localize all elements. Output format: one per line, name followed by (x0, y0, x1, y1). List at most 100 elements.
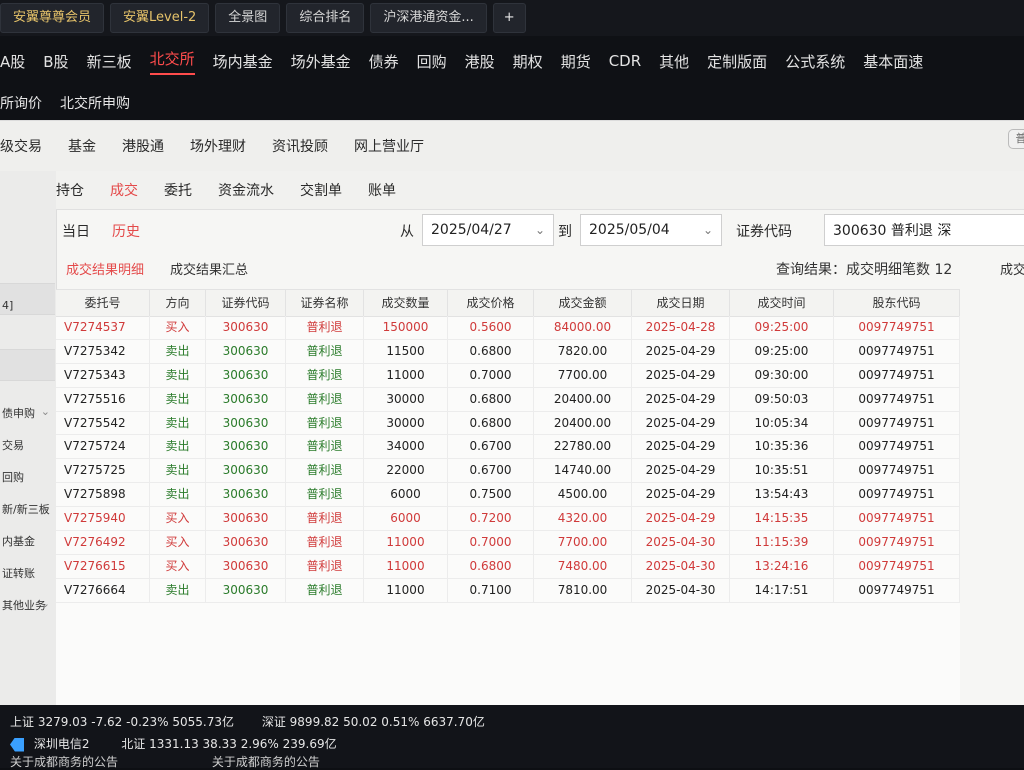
cell-qty: 34000 (364, 435, 448, 459)
col-time[interactable]: 成交时间 (730, 290, 834, 316)
col-code[interactable]: 证券代码 (206, 290, 286, 316)
table-row[interactable]: V7276615 买入 300630 普利退 11000 0.6800 7480… (56, 554, 960, 579)
menu-advanced-trading[interactable]: 级交易 (0, 136, 42, 156)
tab-orders[interactable]: 委托 (164, 180, 192, 200)
tab-panorama[interactable]: 全景图 (215, 3, 281, 33)
today-toggle[interactable]: 当日 (62, 221, 90, 241)
start-date-picker[interactable]: 2025/04/27 ⌄ (422, 214, 554, 246)
category-bond[interactable]: 债券 (369, 51, 399, 72)
cell-code: 300630 (206, 483, 286, 507)
history-toggle[interactable]: 历史 (112, 221, 140, 241)
chevron-down-icon[interactable]: ⌄ (41, 405, 50, 418)
sidebar-item-transfer[interactable]: 证转账 (2, 565, 35, 581)
security-code-input[interactable]: 300630 普利退 深 (824, 214, 1024, 246)
category-a-share[interactable]: A股 (0, 51, 25, 72)
table-row[interactable]: V7275516 卖出 300630 普利退 30000 0.6800 2040… (56, 387, 960, 412)
category-b-share[interactable]: B股 (43, 51, 68, 72)
market-status-bar: 上证 3279.03 -7.62 -0.23% 5055.73亿 深证 9899… (0, 705, 1024, 769)
cell-amount: 7700.00 (534, 363, 632, 387)
tab-settlement[interactable]: 交割单 (300, 180, 342, 200)
end-date-picker[interactable]: 2025/05/04 ⌄ (580, 214, 722, 246)
sidebar-item-repo[interactable]: 回购 (2, 469, 24, 485)
sidebar-item-trading[interactable]: 交易 (2, 437, 24, 453)
category-cdr[interactable]: CDR (609, 52, 641, 70)
shanghai-index[interactable]: 上证 3279.03 -7.62 -0.23% 5055.73亿 (10, 715, 234, 729)
col-direction[interactable]: 方向 (150, 290, 206, 316)
cell-code: 300630 (206, 411, 286, 435)
detail-result-tab[interactable]: 成交结果明细 (66, 259, 144, 278)
sidebar-item-bond-subscription[interactable]: 债申购 (2, 405, 35, 421)
news-ticker-1[interactable]: 关于成都商务的公告 (10, 755, 118, 769)
tab-ranking[interactable]: 综合排名 (286, 3, 365, 33)
chevron-down-icon[interactable]: ⌄ (41, 501, 50, 514)
from-label: 从 (400, 224, 414, 240)
cell-holder: 0097749751 (834, 411, 960, 435)
menu-fund[interactable]: 基金 (68, 136, 96, 156)
category-formula-system[interactable]: 公式系统 (785, 51, 845, 72)
table-row[interactable]: V7275725 卖出 300630 普利退 22000 0.6700 1474… (56, 459, 960, 484)
chevron-down-icon[interactable]: ⌄ (41, 597, 50, 610)
col-amount[interactable]: 成交金额 (534, 290, 632, 316)
chevron-down-icon[interactable]: ⌄ (703, 223, 713, 237)
security-code-value: 300630 普利退 深 (833, 223, 952, 239)
table-row[interactable]: V7275940 买入 300630 普利退 6000 0.7200 4320.… (56, 507, 960, 532)
news-ticker-2[interactable]: 关于成都商务的公告 (212, 755, 320, 769)
col-qty[interactable]: 成交数量 (364, 290, 448, 316)
cell-time: 09:25:00 (730, 316, 834, 339)
menu-hk-connect[interactable]: 港股通 (122, 136, 164, 156)
col-price[interactable]: 成交价格 (448, 290, 534, 316)
category-futures[interactable]: 期货 (561, 51, 591, 72)
cell-qty: 30000 (364, 387, 448, 411)
table-row[interactable]: V7275542 卖出 300630 普利退 30000 0.6800 2040… (56, 411, 960, 436)
cell-price: 0.6700 (448, 459, 534, 483)
cell-code: 300630 (206, 554, 286, 578)
category-neeq[interactable]: 新三板 (87, 51, 132, 72)
subcategory-inquiry[interactable]: 所询价 (0, 93, 42, 113)
sidebar-item-index[interactable]: 4] (2, 299, 13, 312)
col-name[interactable]: 证券名称 (286, 290, 364, 316)
chevron-down-icon[interactable]: ⌄ (535, 223, 545, 237)
category-bse[interactable]: 北交所 (149, 48, 195, 75)
category-exchange-fund[interactable]: 场内基金 (213, 51, 273, 72)
table-row[interactable]: V7275724 卖出 300630 普利退 34000 0.6700 2278… (56, 435, 960, 460)
shenzhen-index[interactable]: 深证 9899.82 50.02 0.51% 6637.70亿 (262, 715, 485, 729)
category-custom-layout[interactable]: 定制版面 (707, 51, 767, 72)
table-row[interactable]: V7274537 买入 300630 普利退 150000 0.5600 840… (56, 316, 960, 340)
category-fundamentals[interactable]: 基本面速 (863, 51, 923, 72)
category-repo[interactable]: 回购 (417, 51, 447, 72)
category-other[interactable]: 其他 (659, 51, 689, 72)
col-order-id[interactable]: 委托号 (56, 290, 150, 316)
sidebar-item-exchange-fund[interactable]: 内基金 (2, 533, 35, 549)
table-row[interactable]: V7276664 卖出 300630 普利退 11000 0.7100 7810… (56, 578, 960, 603)
tab-cashflow[interactable]: 资金流水 (218, 180, 274, 200)
category-options[interactable]: 期权 (513, 51, 543, 72)
summary-result-tab[interactable]: 成交结果汇总 (170, 259, 248, 278)
sidebar-item-other-business[interactable]: 其他业务 (2, 597, 46, 613)
table-row[interactable]: V7276492 买入 300630 普利退 11000 0.7000 7700… (56, 531, 960, 555)
add-tab-button[interactable]: + (492, 3, 526, 33)
telecom-status[interactable]: 深圳电信2 (34, 737, 90, 751)
category-otc-fund[interactable]: 场外基金 (291, 51, 351, 72)
table-row[interactable]: V7275342 卖出 300630 普利退 11500 0.6800 7820… (56, 339, 960, 364)
tab-vip[interactable]: 安翼尊尊会员 (0, 3, 105, 33)
tab-holdings[interactable]: 持仓 (56, 180, 84, 200)
tab-level2[interactable]: 安翼Level-2 (110, 3, 210, 33)
cell-order-id: V7275343 (56, 363, 150, 387)
subcategory-bse-subscription[interactable]: 北交所申购 (60, 93, 130, 113)
table-row[interactable]: V7275343 卖出 300630 普利退 11000 0.7000 7700… (56, 363, 960, 388)
col-holder[interactable]: 股东代码 (834, 290, 960, 316)
category-hk[interactable]: 港股 (465, 51, 495, 72)
menu-otc-finance[interactable]: 场外理财 (190, 136, 246, 156)
cell-holder: 0097749751 (834, 387, 960, 411)
col-date[interactable]: 成交日期 (632, 290, 730, 316)
menu-advisory[interactable]: 资讯投顾 (272, 136, 328, 156)
menu-online-hall[interactable]: 网上营业厅 (354, 136, 424, 156)
beijing-index[interactable]: 北证 1331.13 38.33 2.96% 239.69亿 (121, 737, 336, 751)
mode-toggle-button[interactable]: 普 (1008, 129, 1024, 149)
tab-statement[interactable]: 账单 (368, 180, 396, 200)
table-row[interactable]: V7275898 卖出 300630 普利退 6000 0.7500 4500.… (56, 483, 960, 508)
market-category-row: A股 B股 新三板 北交所 场内基金 场外基金 债券 回购 港股 期权 期货 C… (0, 36, 1024, 86)
tab-hk-connect[interactable]: 沪深港通资金... (370, 3, 487, 33)
cell-order-id: V7275898 (56, 483, 150, 507)
tab-deals[interactable]: 成交 (110, 180, 138, 200)
